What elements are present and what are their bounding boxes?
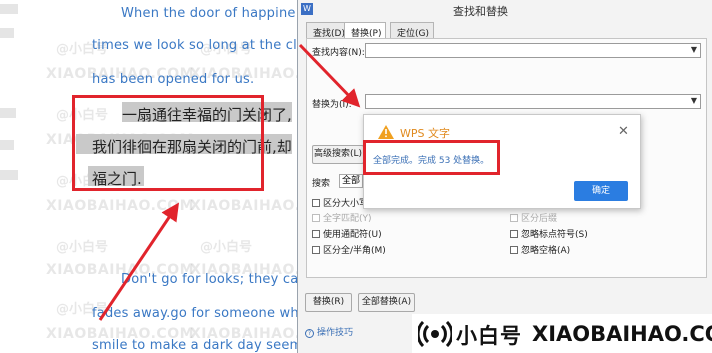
chevron-down-icon[interactable]: ▼ xyxy=(691,45,697,54)
option-ignore-spaces[interactable]: 忽略空格(A) xyxy=(510,243,570,256)
brand-site: XIAOBAIHAO.COM xyxy=(532,322,712,346)
option-label: 使用通配符(U) xyxy=(323,230,382,240)
watermark: @小白号 xyxy=(56,240,109,255)
doc-line-en: smile to make a dark day seem b xyxy=(92,338,316,353)
option-label: 忽略标点符号(S) xyxy=(521,230,588,240)
warning-icon xyxy=(378,125,394,139)
watermark: XIAOBAIHAO.COM xyxy=(46,198,195,214)
watermark: @小白号 xyxy=(200,240,253,255)
annotation-highlight-box xyxy=(363,140,500,175)
paragraph-marker xyxy=(0,4,18,14)
doc-line-en: times we look so long at the close xyxy=(92,38,321,53)
replace-all-button[interactable]: 全部替换(A) xyxy=(358,293,415,312)
paragraph-marker xyxy=(0,140,14,150)
replace-input[interactable]: ▼ xyxy=(365,94,701,109)
tips-link[interactable]: ? 操作技巧 xyxy=(305,325,353,338)
close-icon[interactable]: ✕ xyxy=(618,124,629,139)
dialog-title: 查找和替换 xyxy=(453,5,508,18)
annotation-highlight-box xyxy=(72,95,264,191)
wps-logo-icon: W xyxy=(301,3,313,15)
find-label: 查找内容(N): xyxy=(312,48,365,58)
doc-line-en: Don't go for looks; they can xyxy=(121,272,307,287)
paragraph-marker xyxy=(0,108,16,118)
option-match-suffix[interactable]: 区分后缀 xyxy=(510,211,557,224)
option-ignore-punctuation[interactable]: 忽略标点符号(S) xyxy=(510,227,588,240)
option-whole-word[interactable]: 全字匹配(Y) xyxy=(312,211,372,224)
option-wildcards[interactable]: 使用通配符(U) xyxy=(312,227,382,240)
option-label: 区分大小写 xyxy=(323,199,369,209)
tab-goto[interactable]: 定位(G) xyxy=(390,22,434,39)
help-circle-icon: ? xyxy=(305,329,314,338)
search-direction-select[interactable]: 全部 xyxy=(339,174,363,188)
search-label: 搜索 xyxy=(312,179,331,189)
chevron-down-icon[interactable]: ▼ xyxy=(691,96,697,105)
tips-link-label: 操作技巧 xyxy=(317,328,354,338)
brand-logo-icon xyxy=(418,321,452,347)
doc-line-en: fades away.go for someone who xyxy=(92,306,307,321)
option-label: 区分后缀 xyxy=(521,214,558,224)
message-title: WPS 文字 xyxy=(400,127,450,140)
paragraph-marker xyxy=(0,28,14,38)
option-label: 忽略空格(A) xyxy=(521,246,571,256)
doc-line-en: When the door of happine xyxy=(121,6,296,21)
replace-label: 替换为(I): xyxy=(312,100,352,110)
ok-button[interactable]: 确定 xyxy=(574,181,628,201)
option-full-half-width[interactable]: 区分全/半角(M) xyxy=(312,243,386,256)
brand-watermark-bar: 小白号 XIAOBAIHAO.COM xyxy=(412,314,712,353)
option-match-case[interactable]: 区分大小写 xyxy=(312,196,368,209)
paragraph-marker xyxy=(0,170,18,180)
brand-name: 小白号 xyxy=(456,324,522,348)
dialog-titlebar[interactable]: W 查找和替换 xyxy=(298,0,712,20)
find-input[interactable]: ▼ xyxy=(365,43,701,58)
advanced-search-button[interactable]: 高级搜索(L) xyxy=(312,145,364,164)
replace-button[interactable]: 替换(R) xyxy=(305,293,352,312)
option-label: 区分全/半角(M) xyxy=(323,246,386,256)
doc-line-en: has been opened for us. xyxy=(92,72,255,87)
option-label: 全字匹配(Y) xyxy=(323,214,372,224)
